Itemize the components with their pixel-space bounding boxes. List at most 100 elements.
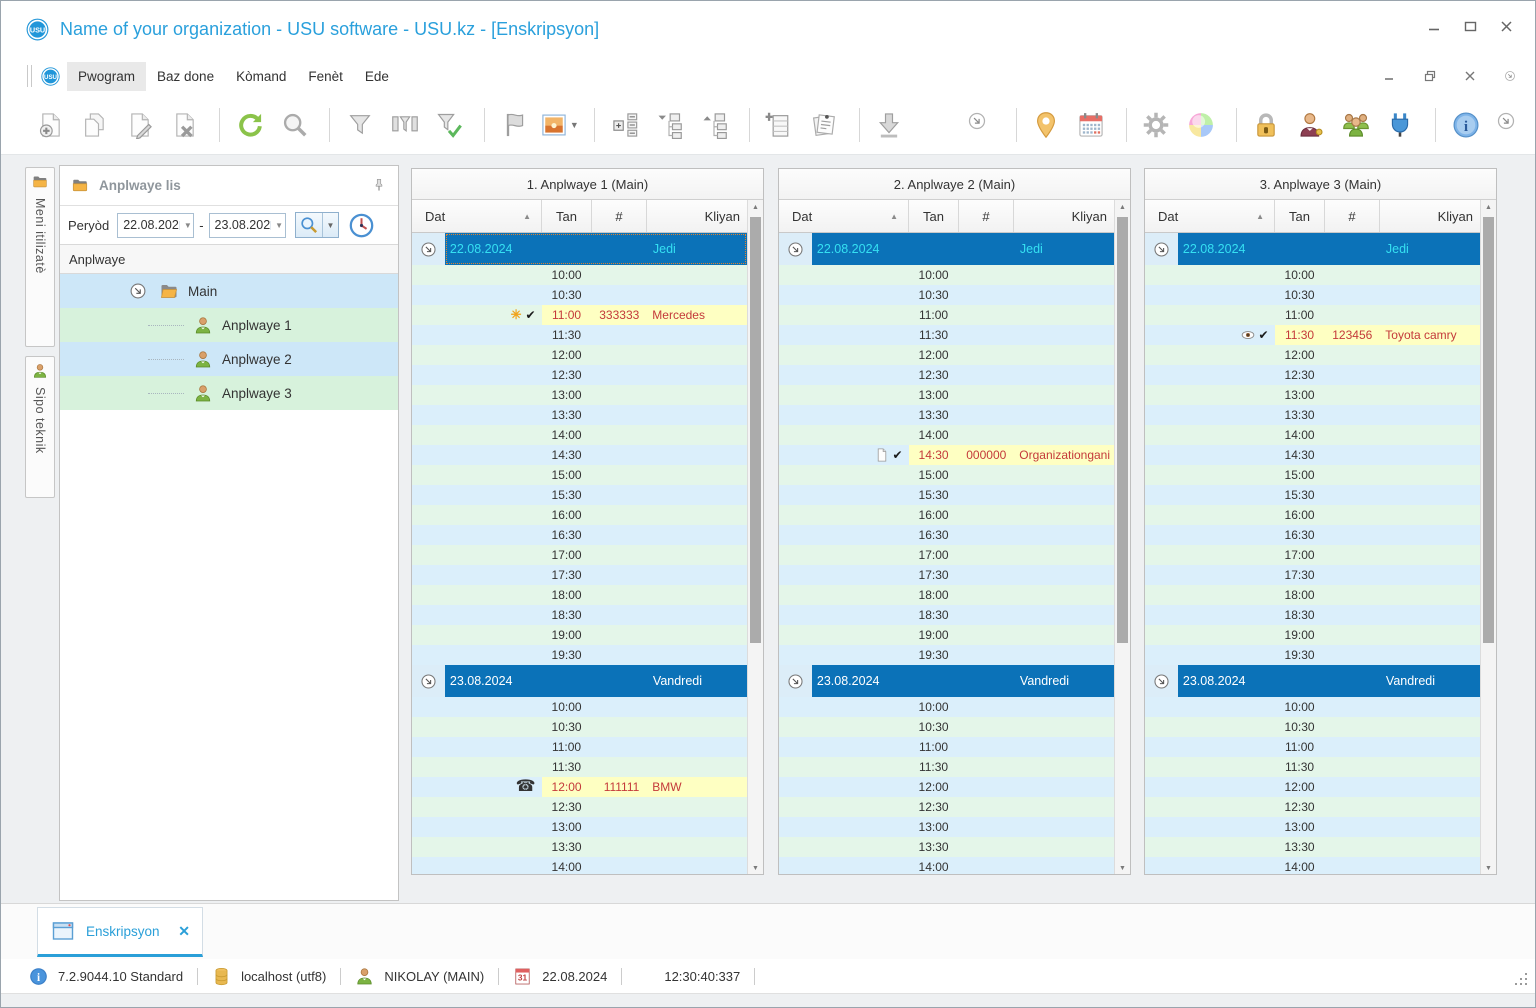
time-slot-row[interactable]: 13:00 (1145, 817, 1480, 837)
tab-enskripsyon[interactable]: Enskripsyon ✕ (37, 907, 203, 957)
time-slot-row[interactable]: 13:00 (412, 385, 747, 405)
time-slot-row[interactable]: 18:00 (779, 585, 1114, 605)
scroll-down-icon[interactable]: ▼ (1115, 861, 1130, 875)
time-slot-row[interactable]: 19:30 (412, 645, 747, 665)
time-slot-row[interactable]: 16:00 (779, 505, 1114, 525)
appointment-row[interactable]: ✳✔11:00333333Mercedes (412, 305, 747, 325)
filter-button[interactable] (340, 103, 380, 147)
close-icon[interactable] (1495, 15, 1517, 37)
flag-button[interactable] (495, 103, 535, 147)
time-slot-row[interactable]: 19:00 (779, 625, 1114, 645)
overflow-chevron-button[interactable] (1490, 103, 1530, 147)
time-slot-row[interactable]: 12:00 (412, 345, 747, 365)
appointment-row[interactable]: ✔14:30000000Organizationgani (779, 445, 1114, 465)
time-slot-row[interactable]: 16:00 (412, 505, 747, 525)
time-slot-row[interactable]: 12:00 (779, 345, 1114, 365)
expand-circle-icon[interactable] (1153, 241, 1170, 258)
time-slot-row[interactable]: 18:30 (1145, 605, 1480, 625)
menu-komand[interactable]: Kòmand (225, 62, 297, 91)
minimize-icon[interactable] (1423, 15, 1445, 37)
time-slot-row[interactable]: 17:30 (779, 565, 1114, 585)
time-slot-row[interactable]: 13:00 (1145, 385, 1480, 405)
time-slot-row[interactable]: 18:00 (1145, 585, 1480, 605)
time-slot-row[interactable]: 11:00 (1145, 737, 1480, 757)
scrollbar-thumb[interactable] (750, 217, 761, 643)
time-slot-row[interactable]: 19:30 (779, 645, 1114, 665)
appointment-row[interactable]: ✔11:30123456Toyota camry (1145, 325, 1480, 345)
new-record-button[interactable] (31, 103, 71, 147)
expand-groups-button[interactable] (605, 103, 645, 147)
refresh-button[interactable] (230, 103, 270, 147)
time-slot-row[interactable]: 14:00 (779, 425, 1114, 445)
vertical-scrollbar[interactable]: ▲▼ (747, 200, 763, 875)
time-slot-row[interactable]: 18:00 (412, 585, 747, 605)
delete-record-button[interactable] (165, 103, 205, 147)
tree-item-anplwaye-1[interactable]: Anplwaye 1 (60, 308, 398, 342)
time-slot-row[interactable]: 13:00 (412, 817, 747, 837)
time-slot-row[interactable]: 12:30 (779, 365, 1114, 385)
time-slot-row[interactable]: 16:00 (1145, 505, 1480, 525)
filter-apply-button[interactable] (429, 103, 469, 147)
appearance-button[interactable] (1181, 103, 1221, 147)
time-slot-row[interactable]: 17:00 (779, 545, 1114, 565)
time-slot-row[interactable]: 10:00 (779, 697, 1114, 717)
expand-circle-icon[interactable] (129, 282, 147, 300)
scroll-down-icon[interactable]: ▼ (1481, 861, 1496, 875)
clock-button[interactable] (348, 212, 375, 239)
security-lock-button[interactable] (1247, 103, 1287, 147)
time-slot-row[interactable]: 12:00 (1145, 777, 1480, 797)
mdi-overflow-chevron-icon[interactable] (1499, 65, 1521, 87)
mdi-minimize-icon[interactable] (1379, 65, 1401, 87)
map-location-button[interactable] (1027, 103, 1067, 147)
time-slot-row[interactable]: 10:30 (779, 717, 1114, 737)
menu-pwogram[interactable]: Pwogram (67, 62, 146, 91)
date-row[interactable]: 22.08.2024Jedi (1145, 233, 1480, 265)
time-slot-row[interactable]: 10:30 (1145, 717, 1480, 737)
time-slot-row[interactable]: 16:30 (412, 525, 747, 545)
appointment-row[interactable]: ☎12:00111111BMW (412, 777, 747, 797)
time-slot-row[interactable]: 14:00 (779, 857, 1114, 875)
time-slot-row[interactable]: 11:00 (779, 305, 1114, 325)
header-number[interactable]: # (1325, 200, 1380, 232)
header-dat[interactable]: Dat▲ (1145, 200, 1275, 232)
time-slot-row[interactable]: 16:30 (779, 525, 1114, 545)
time-slot-row[interactable]: 12:30 (779, 797, 1114, 817)
time-slot-row[interactable]: 11:30 (412, 757, 747, 777)
date-row[interactable]: 23.08.2024Vandredi (779, 665, 1114, 697)
header-tan[interactable]: Tan (909, 200, 959, 232)
time-slot-row[interactable]: 11:30 (779, 757, 1114, 777)
time-slot-row[interactable]: 14:00 (1145, 857, 1480, 875)
scroll-up-icon[interactable]: ▲ (1115, 200, 1130, 215)
time-slot-row[interactable]: 18:30 (779, 605, 1114, 625)
calendar-button[interactable] (1071, 103, 1111, 147)
time-slot-row[interactable]: 14:00 (412, 425, 747, 445)
reports-button[interactable] (804, 103, 844, 147)
settings-button[interactable] (1137, 103, 1177, 147)
time-slot-row[interactable]: 13:30 (779, 405, 1114, 425)
time-slot-row[interactable]: 10:00 (1145, 265, 1480, 285)
tab-close-icon[interactable]: ✕ (178, 923, 190, 940)
time-slot-row[interactable]: 12:00 (779, 777, 1114, 797)
time-slot-row[interactable]: 17:30 (1145, 565, 1480, 585)
collapse-tree-button[interactable] (650, 103, 690, 147)
time-slot-row[interactable]: 13:30 (412, 405, 747, 425)
expand-circle-icon[interactable] (1153, 673, 1170, 690)
time-slot-row[interactable]: 16:30 (1145, 525, 1480, 545)
time-slot-row[interactable]: 18:30 (412, 605, 747, 625)
time-slot-row[interactable]: 10:30 (779, 285, 1114, 305)
scroll-up-icon[interactable]: ▲ (1481, 200, 1496, 215)
time-slot-row[interactable]: 15:30 (779, 485, 1114, 505)
header-dat[interactable]: Dat▲ (412, 200, 542, 232)
time-slot-row[interactable]: 12:30 (412, 797, 747, 817)
time-slot-row[interactable]: 14:30 (1145, 445, 1480, 465)
date-row[interactable]: 22.08.2024Jedi (412, 233, 747, 265)
time-slot-row[interactable]: 15:00 (779, 465, 1114, 485)
copy-record-button[interactable] (76, 103, 116, 147)
header-kliyan[interactable]: Kliyan (1014, 200, 1114, 232)
time-slot-row[interactable]: 10:00 (412, 697, 747, 717)
side-tab-sipo-teknik[interactable]: Sipo teknik (25, 356, 55, 498)
time-slot-row[interactable]: 14:00 (412, 857, 747, 875)
import-download-button[interactable] (870, 103, 910, 147)
mdi-close-icon[interactable] (1459, 65, 1481, 87)
time-slot-row[interactable]: 10:30 (1145, 285, 1480, 305)
